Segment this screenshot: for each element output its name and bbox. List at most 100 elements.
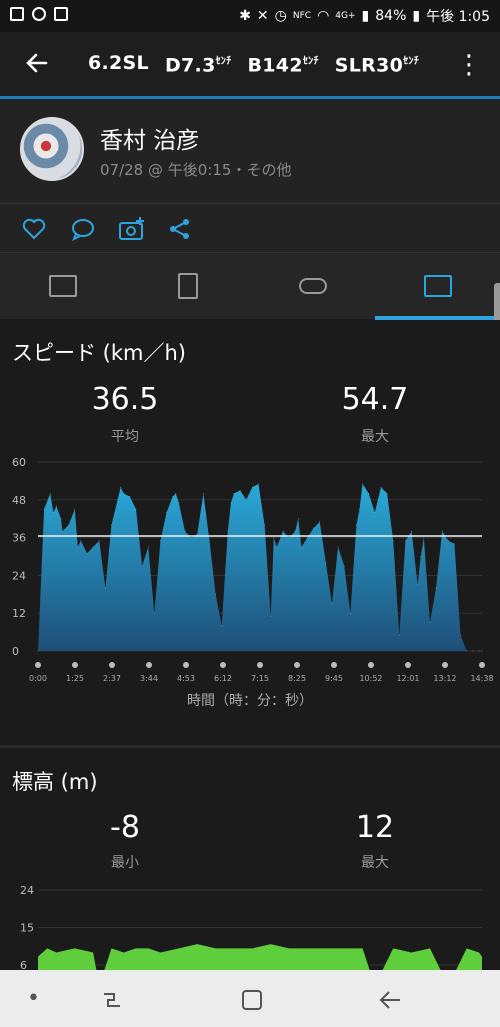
speed-point: [74, 508, 76, 510]
altitude-chart: 6 15 24: [20, 884, 482, 970]
speed-x-tick-dot: [109, 662, 115, 668]
app-notification-icon: [54, 7, 68, 21]
clock: 午後 1:05: [426, 9, 490, 25]
share-icon[interactable]: [167, 216, 193, 242]
speed-point: [208, 540, 210, 542]
speed-point: [300, 546, 302, 548]
speed-point: [178, 502, 180, 504]
network-type: 4G+: [335, 11, 356, 21]
user-name[interactable]: 香村 治彦: [100, 121, 199, 155]
speed-point: [92, 546, 94, 548]
speed-x-axis-label: 時間（時：分：秒）: [187, 693, 313, 709]
laps-loop-icon: [298, 278, 327, 294]
title-part-2: D7.3ｾﾝﾁ: [164, 54, 232, 77]
back-nav-icon[interactable]: [378, 988, 404, 1018]
speed-point: [313, 527, 315, 529]
like-heart-icon[interactable]: [21, 216, 47, 242]
speed-point: [135, 508, 137, 510]
altitude-area: [38, 944, 482, 970]
speed-point: [104, 587, 106, 589]
speed-point: [429, 622, 431, 624]
status-right: ✱ ✕ ◷ NFC ◠ 4G+ ▮ 84% ▮ 午後 1:05: [239, 6, 490, 26]
speed-point: [362, 483, 364, 485]
tab-bar: [0, 253, 500, 319]
speed-x-tick-label: 12:01: [396, 674, 419, 683]
speed-point: [337, 546, 339, 548]
speed-point: [230, 502, 232, 504]
overflow-menu-icon[interactable]: ⋮: [456, 50, 482, 80]
avatar[interactable]: [20, 117, 84, 181]
speed-x-tick-dot: [368, 662, 374, 668]
recent-apps-icon[interactable]: [100, 988, 124, 1018]
speed-point: [227, 530, 229, 532]
speed-point: [319, 521, 321, 523]
speed-point: [420, 556, 422, 557]
chart-pulse-icon: [423, 275, 452, 297]
speed-point: [472, 650, 474, 652]
action-row: [0, 204, 500, 252]
tab-charts[interactable]: [375, 253, 500, 319]
speed-point: [37, 650, 39, 652]
home-icon[interactable]: [240, 988, 264, 1018]
title-part-4: SLR30ｾﾝﾁ: [334, 54, 420, 77]
speed-point: [374, 511, 376, 513]
signal-icon: ▮: [361, 8, 370, 24]
speed-point: [43, 508, 45, 510]
speed-x-tick-label: 2:37: [103, 674, 121, 683]
speed-point: [77, 546, 79, 548]
tab-stats[interactable]: [125, 253, 250, 319]
speed-y-tick-label: 24: [12, 569, 26, 582]
speed-x-tick-label: 6:12: [214, 674, 232, 683]
nav-dot-icon[interactable]: •: [27, 986, 40, 1011]
speed-point: [117, 499, 119, 501]
speed-point: [481, 650, 483, 652]
speed-point: [368, 493, 370, 494]
sync-icon: [32, 7, 46, 21]
speed-point: [172, 496, 174, 498]
title-part-3: B142ｾﾝﾁ: [247, 54, 319, 77]
tab-overview[interactable]: [0, 253, 125, 319]
speed-point: [288, 537, 290, 539]
speed-y-tick-label: 48: [12, 494, 26, 507]
speed-point: [466, 650, 468, 652]
speed-point: [264, 524, 266, 526]
comment-icon[interactable]: [70, 216, 96, 242]
speed-max-value: 54.7: [341, 382, 409, 417]
speed-point: [398, 634, 400, 636]
tab-laps[interactable]: [250, 253, 375, 319]
speed-x-tick-dot: [294, 662, 300, 668]
speed-point: [61, 530, 63, 532]
speed-point: [478, 650, 480, 652]
altitude-title: 標高 (m): [12, 770, 98, 794]
battery-percent: 84%: [375, 8, 407, 24]
speed-point: [423, 537, 425, 539]
speed-point: [251, 486, 253, 488]
speed-x-tick-dot: [72, 662, 78, 668]
app-bar: 6.2SL D7.3ｾﾝﾁ B142ｾﾝﾁ SLR30ｾﾝﾁ ⋮: [0, 32, 500, 96]
speed-point: [153, 612, 155, 614]
speed-point: [215, 593, 217, 595]
speed-point: [245, 499, 247, 501]
speed-point: [98, 540, 100, 542]
speed-point: [359, 508, 361, 510]
document-list-icon: [177, 273, 198, 299]
speed-point: [404, 540, 406, 542]
speed-point: [68, 524, 70, 526]
speed-x-tick-dot: [479, 662, 485, 668]
speed-point: [447, 540, 449, 542]
altitude-max-label: 最大: [361, 855, 389, 871]
add-photo-icon[interactable]: [118, 216, 144, 242]
system-nav-bar: •: [0, 970, 500, 1027]
nfc-icon: NFC: [292, 11, 312, 21]
altitude-max-value: 12: [355, 810, 395, 845]
speed-point: [141, 565, 143, 567]
speed-point: [120, 486, 122, 488]
speed-chart: 0 12 24 36 48 60 0:00 1:25 2:37 3:44 4:53 6:12 7:15 8…: [12, 456, 494, 683]
speed-point: [233, 493, 235, 494]
speed-x-tick-dot: [257, 662, 263, 668]
speed-point: [435, 587, 437, 589]
back-arrow-icon[interactable]: [22, 48, 52, 78]
speed-x-tick-dot: [146, 662, 152, 668]
speed-x-tick-label: 1:25: [66, 674, 84, 683]
mute-icon: ✕: [256, 8, 269, 24]
